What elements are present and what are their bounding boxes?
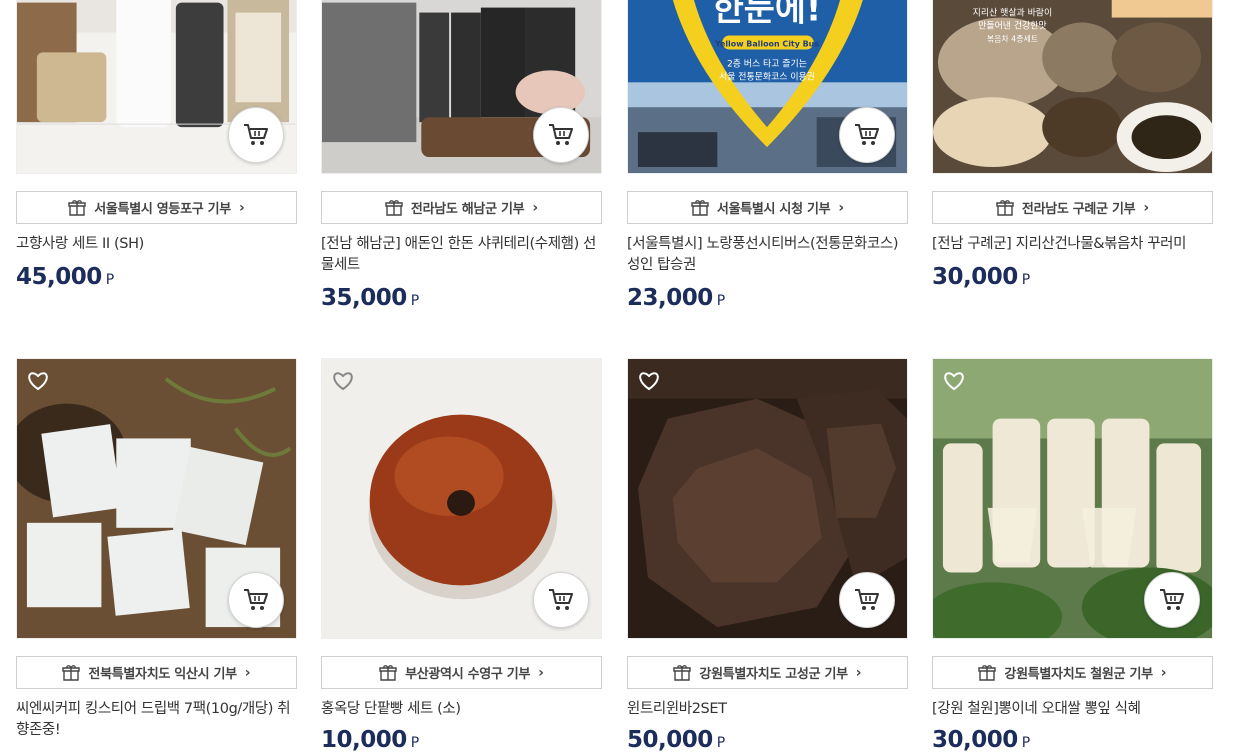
product-price: 50,000 P [627, 727, 725, 753]
region-donation-link[interactable]: 서울특별시 영등포구 기부 › [16, 191, 297, 224]
price-unit: P [105, 272, 115, 288]
region-label: 강원특별자치도 고성군 기부 [699, 667, 848, 682]
bus-line1-text: 2층 버스 타고 즐기는 [727, 58, 807, 69]
chevron-right-icon: › [532, 199, 539, 216]
add-to-cart-button[interactable] [533, 572, 589, 628]
dried-herbs-bundle-photo: 지리산 햇살과 바람이 만들어낸 건강한맛 볶음차 4종세트 [933, 0, 1212, 173]
cart-icon [244, 589, 268, 610]
add-to-cart-button[interactable] [228, 107, 284, 163]
product-price: 35,000 P [321, 285, 419, 311]
product-price: 30,000 P [932, 727, 1030, 753]
price-value: 50,000 [627, 727, 713, 753]
product-image[interactable] [932, 358, 1213, 639]
heart-icon[interactable] [638, 371, 660, 391]
add-to-cart-button[interactable] [839, 572, 895, 628]
region-donation-link[interactable]: 서울특별시 시청 기부 › [627, 191, 908, 224]
product-grid: 서울특별시 영등포구 기부 › 고향사랑 세트 II (SH) 45,000P [0, 0, 1240, 755]
region-label: 전북특별자치도 익산시 기부 [88, 667, 237, 682]
chevron-right-icon: › [238, 199, 245, 216]
price-unit: P [410, 293, 420, 309]
region-label: 부산광역시 수영구 기부 [405, 667, 531, 682]
heart-icon[interactable] [332, 371, 354, 391]
product-image[interactable] [16, 358, 297, 639]
add-to-cart-button[interactable] [228, 572, 284, 628]
chevron-right-icon: › [244, 664, 251, 681]
herbs-line1-text: 지리산 햇살과 바람이 [973, 7, 1053, 19]
region-label: 강원특별자치도 철원군 기부 [1004, 667, 1153, 682]
add-to-cart-button[interactable] [1144, 572, 1200, 628]
region-donation-link[interactable]: 부산광역시 수영구 기부 › [321, 656, 602, 689]
price-value: 10,000 [321, 727, 407, 753]
price-value: 23,000 [627, 285, 713, 311]
product-title[interactable]: 고향사랑 세트 II (SH) [16, 234, 297, 255]
region-donation-link[interactable]: 강원특별자치도 고성군 기부 › [627, 656, 908, 689]
price-unit: P [1021, 272, 1031, 288]
price-unit: P [1021, 735, 1031, 751]
gift-icon [673, 664, 692, 681]
product-title[interactable]: 홍옥당 단팥빵 세트 (소) [321, 699, 602, 720]
heart-icon[interactable] [943, 371, 965, 391]
product-price: 45,000 P [16, 264, 114, 290]
gift-icon [691, 199, 709, 216]
heart-icon[interactable] [27, 371, 49, 391]
product-image[interactable] [627, 358, 908, 639]
chevron-right-icon: › [1143, 199, 1150, 216]
add-to-cart-button[interactable] [839, 107, 895, 163]
product-image[interactable] [16, 0, 297, 174]
price-value: 35,000 [321, 285, 407, 311]
product-title[interactable]: 씨엔씨커피 킹스티어 드립백 7팩(10g/개당) 취향존중! [16, 699, 297, 741]
product-image[interactable] [321, 0, 602, 174]
region-donation-link[interactable]: 전북특별자치도 익산시 기부 › [16, 656, 297, 689]
price-value: 30,000 [932, 727, 1018, 753]
herbs-line3-text: 볶음차 4종세트 [987, 34, 1038, 43]
gift-icon [978, 664, 997, 681]
chevron-right-icon: › [838, 199, 845, 216]
cart-icon [549, 124, 573, 145]
bus-line2-text: 서울 전통문화코스 이용권 [719, 70, 815, 82]
product-image[interactable]: 한눈에! Yellow Balloon City Bus 2층 버스 타고 즐기… [627, 0, 908, 174]
region-donation-link[interactable]: 전라남도 해남군 기부 › [321, 191, 602, 224]
region-donation-link[interactable]: 강원특별자치도 철원군 기부 › [932, 656, 1213, 689]
product-title[interactable]: [서울특별시] 노랑풍선시티버스(전통문화코스) 성인 탑승권 [627, 234, 908, 276]
region-donation-link[interactable]: 전라남도 구례군 기부 › [932, 191, 1213, 224]
product-image[interactable] [321, 358, 602, 639]
product-title[interactable]: [전남 구례군] 지리산건나물&볶음차 꾸러미 [932, 234, 1213, 255]
region-label: 전라남도 해남군 기부 [410, 202, 525, 217]
add-to-cart-button[interactable] [533, 107, 589, 163]
region-label: 전라남도 구례군 기부 [1021, 202, 1136, 217]
product-price: 30,000 P [932, 264, 1030, 290]
product-title[interactable]: [전남 해남군] 애돈인 한돈 샤퀴테리(수제햄) 선물세트 [321, 234, 602, 276]
price-unit: P [716, 293, 726, 309]
region-label: 서울특별시 영등포구 기부 [94, 202, 231, 217]
chevron-right-icon: › [1160, 664, 1167, 681]
gift-icon [379, 664, 397, 681]
product-title[interactable]: 윈트리윈바2SET [627, 699, 908, 720]
price-unit: P [716, 735, 726, 751]
cart-icon [244, 124, 268, 145]
price-value: 30,000 [932, 264, 1018, 290]
herbs-line2-text: 만들어낸 건강한맛 [978, 21, 1047, 32]
cart-icon [855, 589, 879, 610]
price-value: 45,000 [16, 264, 102, 290]
gift-icon [385, 199, 403, 216]
product-price: 10,000 P [321, 727, 419, 753]
product-price: 23,000 P [627, 285, 725, 311]
product-image[interactable]: 지리산 햇살과 바람이 만들어낸 건강한맛 볶음차 4종세트 [932, 0, 1213, 174]
gift-icon [996, 199, 1014, 216]
chevron-right-icon: › [538, 664, 544, 681]
bus-headline-text: 한눈에! [713, 0, 822, 29]
chevron-right-icon: › [855, 664, 862, 681]
cart-icon [1160, 589, 1184, 610]
gift-icon [68, 199, 86, 216]
price-unit: P [410, 735, 420, 751]
cart-icon [549, 589, 573, 610]
region-label: 서울특별시 시청 기부 [716, 202, 831, 217]
bus-badge-text: Yellow Balloon City Bus [714, 39, 819, 48]
product-title[interactable]: [강원 철원]뽕이네 오대쌀 뽕잎 식혜 [932, 699, 1213, 720]
gift-icon [62, 664, 81, 681]
cart-icon [855, 124, 879, 145]
